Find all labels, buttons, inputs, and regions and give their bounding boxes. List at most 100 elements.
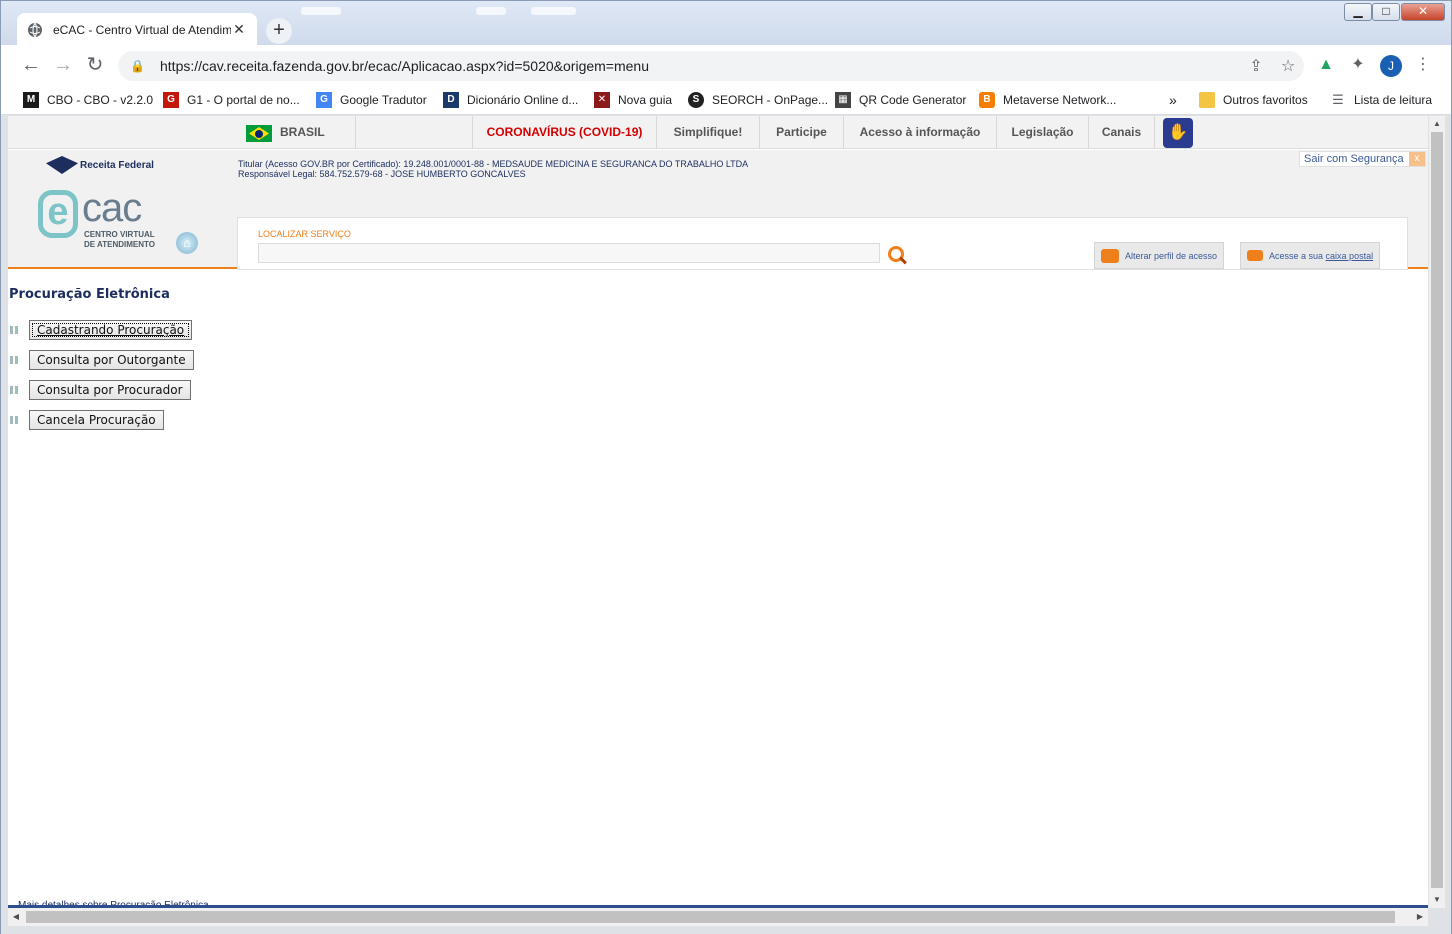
- close-window-button[interactable]: ✕: [1401, 3, 1445, 21]
- reload-icon[interactable]: ↻: [79, 49, 111, 81]
- query-by-grantor-button[interactable]: Consulta por Outorgante: [29, 350, 194, 370]
- mailbox-prefix: Acesse a sua: [1269, 250, 1324, 261]
- bookmark-item[interactable]: M CBO - CBO - v2.2.0: [23, 90, 153, 110]
- account-holder-info: Titular (Acesso GOV.BR por Certificado):…: [238, 159, 748, 179]
- horizontal-scrollbar[interactable]: ◀ ▶: [8, 908, 1428, 926]
- gov-link-participe[interactable]: Participe: [759, 116, 843, 149]
- ecac-logo-subtitle: CENTRO VIRTUAL DE ATENDIMENTO: [84, 230, 155, 250]
- google-drive-icon[interactable]: ▲: [1314, 53, 1338, 77]
- scroll-up-arrow-icon[interactable]: ▲: [1429, 116, 1445, 132]
- action-row: Consulta por Outorgante: [10, 350, 194, 370]
- page-title: Procuração Eletrônica: [9, 287, 170, 302]
- theme-decoration: [476, 7, 506, 15]
- back-arrow-icon[interactable]: ←: [15, 49, 47, 81]
- bookmark-label: Metaverse Network...: [1003, 93, 1117, 107]
- accessibility-sign-language-icon[interactable]: ✋: [1163, 118, 1193, 148]
- vertical-scroll-thumb[interactable]: [1431, 132, 1443, 888]
- change-profile-button[interactable]: Alterar perfil de acesso: [1094, 242, 1225, 269]
- ecac-subtitle-line1: CENTRO VIRTUAL: [84, 230, 155, 239]
- blogger-icon: B: [979, 92, 995, 108]
- gov-bar: BRASIL CORONAVÍRUS (COVID-19) Simplifiqu…: [8, 116, 1428, 149]
- bookmark-star-icon[interactable]: ☆: [1272, 56, 1304, 76]
- action-row: Cadastrando Procuração: [10, 320, 193, 340]
- logout-label: Sair com Segurança: [1304, 153, 1404, 165]
- bookmark-label: QR Code Generator: [859, 93, 967, 107]
- forward-arrow-icon[interactable]: →: [47, 49, 79, 81]
- other-favorites-folder[interactable]: Outros favoritos: [1199, 90, 1308, 110]
- home-icon[interactable]: ⌂: [176, 232, 198, 254]
- bookmark-label: Google Tradutor: [340, 93, 427, 107]
- gov-link-simplifique[interactable]: Simplifique!: [656, 116, 759, 149]
- change-profile-label: Alterar perfil de acesso: [1125, 250, 1218, 261]
- bookmark-item[interactable]: G G1 - O portal de no...: [163, 90, 300, 110]
- newtab-icon: ✕: [594, 92, 610, 108]
- share-icon[interactable]: ⇪: [1240, 56, 1272, 76]
- agency-name: Receita Federal: [80, 159, 154, 171]
- tab-close-icon[interactable]: ✕: [231, 21, 247, 38]
- bookmark-item[interactable]: ✕ Nova guia: [594, 90, 672, 110]
- bookmark-item[interactable]: S SEORCH - OnPage...: [688, 90, 828, 110]
- close-x-icon: x: [1409, 152, 1425, 166]
- browser-window: eCAC - Centro Virtual de Atendimento ✕ +…: [0, 0, 1452, 934]
- holder-line: Titular (Acesso GOV.BR por Certificado):…: [238, 159, 749, 169]
- query-by-attorney-button[interactable]: Consulta por Procurador: [29, 380, 191, 400]
- ecac-logo[interactable]: e cac CENTRO VIRTUAL DE ATENDIMENTO: [38, 186, 198, 260]
- action-row: Cancela Procuração: [10, 410, 164, 430]
- new-tab-button[interactable]: +: [266, 18, 292, 44]
- bookmark-item[interactable]: ▦ QR Code Generator: [835, 90, 966, 110]
- reading-list-button[interactable]: ☰ Lista de leitura: [1330, 90, 1432, 110]
- gov-link-canais[interactable]: Canais: [1088, 116, 1155, 149]
- bullet-icon: [10, 356, 18, 364]
- gov-bar-brasil[interactable]: BRASIL: [280, 116, 356, 149]
- scroll-right-arrow-icon[interactable]: ▶: [1412, 909, 1428, 925]
- window-bottom-edge: [1, 926, 1451, 934]
- gov-link-covid[interactable]: CORONAVÍRUS (COVID-19): [472, 116, 656, 149]
- scroll-left-arrow-icon[interactable]: ◀: [8, 909, 24, 925]
- bookmarks-overflow-button[interactable]: »: [1169, 90, 1177, 110]
- vertical-scrollbar[interactable]: ▲ ▼: [1429, 116, 1445, 908]
- extensions-puzzle-icon[interactable]: ✦: [1346, 53, 1370, 77]
- browser-tab-active[interactable]: eCAC - Centro Virtual de Atendimento ✕: [17, 13, 257, 46]
- mailbox-button[interactable]: Acesse a sua caixa postal: [1240, 242, 1381, 269]
- scroll-down-arrow-icon[interactable]: ▼: [1429, 892, 1445, 908]
- brazil-flag-icon: [246, 125, 272, 142]
- bookmark-item[interactable]: B Metaverse Network...: [979, 90, 1116, 110]
- browser-toolbar: ← → ↻ 🔒 https://cav.receita.fazenda.gov.…: [1, 45, 1451, 85]
- theme-decoration: [531, 7, 576, 15]
- cancel-proxy-button[interactable]: Cancela Procuração: [29, 410, 164, 430]
- bullet-icon: [10, 386, 18, 394]
- page-viewport: BRASIL CORONAVÍRUS (COVID-19) Simplifiqu…: [8, 116, 1428, 908]
- minimize-button[interactable]: ▁: [1344, 3, 1372, 21]
- menu-kebab-icon[interactable]: ⋮: [1411, 53, 1435, 77]
- maximize-button[interactable]: □: [1372, 3, 1400, 21]
- bookmark-item[interactable]: G Google Tradutor: [316, 90, 427, 110]
- ecac-subtitle-line2: DE ATENDIMENTO: [84, 240, 155, 249]
- profile-avatar[interactable]: J: [1380, 55, 1402, 77]
- service-search-input[interactable]: [258, 243, 880, 263]
- tab-title: eCAC - Centro Virtual de Atendimento: [53, 22, 231, 37]
- search-label: LOCALIZAR SERVIÇO: [258, 229, 351, 239]
- g1-icon: G: [163, 92, 179, 108]
- gov-link-acesso-informacao[interactable]: Acesso à informação: [843, 116, 996, 149]
- lock-icon: 🔒: [130, 59, 145, 73]
- gov-link-legislacao[interactable]: Legislação: [996, 116, 1088, 149]
- receita-federal-logo[interactable]: Receita Federal: [46, 156, 154, 174]
- service-search-panel: LOCALIZAR SERVIÇO Alterar perfil de aces…: [237, 217, 1408, 270]
- logout-button[interactable]: Sair com Segurança x: [1299, 151, 1426, 167]
- people-icon: [1101, 248, 1119, 263]
- folder-icon: [1199, 92, 1215, 108]
- qrcode-icon: ▦: [835, 92, 851, 108]
- bookmark-item[interactable]: D Dicionário Online d...: [443, 90, 578, 110]
- receita-federal-emblem-icon: [46, 156, 78, 174]
- address-bar[interactable]: 🔒 https://cav.receita.fazenda.gov.br/eca…: [118, 51, 1304, 81]
- reading-list-label: Lista de leitura: [1354, 93, 1433, 107]
- main-content: Procuração Eletrônica Cadastrando Procur…: [8, 271, 1428, 891]
- translate-icon: G: [316, 92, 332, 108]
- seorch-icon: S: [688, 92, 704, 108]
- envelope-icon: [1247, 250, 1263, 261]
- mailbox-link[interactable]: caixa postal: [1326, 251, 1374, 261]
- register-proxy-button[interactable]: Cadastrando Procuração: [29, 320, 193, 340]
- title-bar: eCAC - Centro Virtual de Atendimento ✕ +…: [1, 1, 1451, 46]
- horizontal-scroll-thumb[interactable]: [26, 911, 1395, 923]
- search-icon[interactable]: [888, 246, 904, 262]
